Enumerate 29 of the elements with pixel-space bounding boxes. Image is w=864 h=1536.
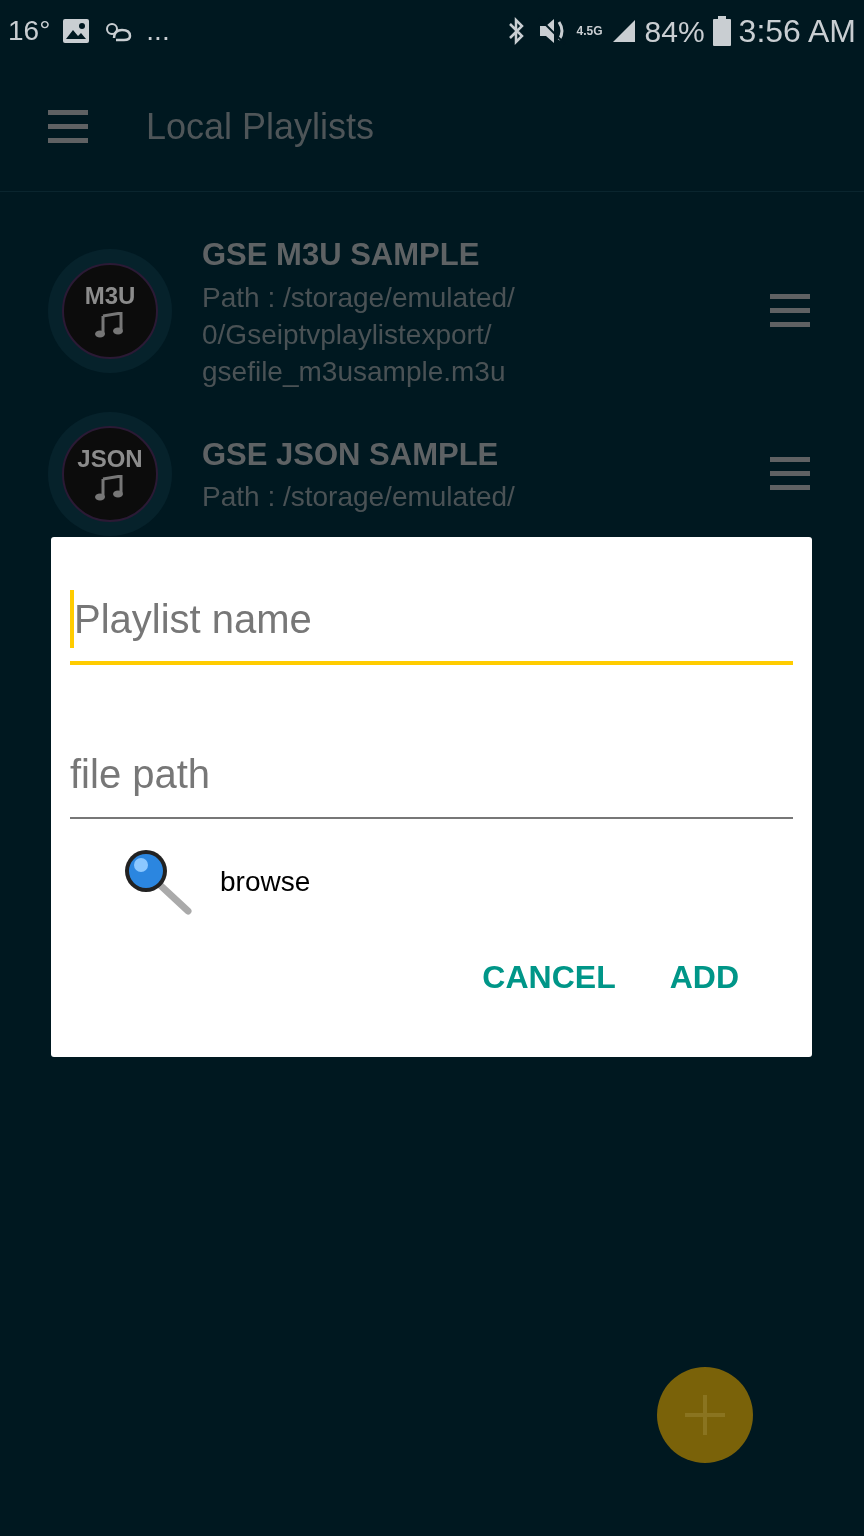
network-type: 4.5G [576, 25, 603, 37]
menu-icon[interactable] [48, 109, 88, 144]
more-notifications: ... [146, 14, 170, 48]
battery-percent: 84% [644, 13, 705, 50]
field-input[interactable]: Playlist name [74, 589, 793, 649]
playlist-menu-icon[interactable] [770, 456, 810, 491]
magnifier-icon[interactable] [122, 847, 194, 917]
playlist-path: Path : /storage/emulated/ [202, 280, 516, 315]
playlist-path: gsefile_m3usample.m3u [202, 354, 507, 389]
dialog-button[interactable]: CANCEL [470, 945, 628, 1009]
text-field[interactable]: file path [70, 731, 793, 819]
field-input[interactable]: file path [70, 744, 793, 804]
toolbar-title: Local Playlists [146, 104, 375, 149]
playlist-badge: M3U [48, 248, 172, 373]
dialog-button[interactable]: ADD [657, 945, 751, 1009]
temperature: 16° [8, 14, 51, 48]
clock: 3:56 AM [738, 12, 856, 51]
browse-link[interactable]: browse [220, 861, 311, 903]
playlist-path: 0/Gseiptvplaylistexport/ [202, 317, 493, 352]
playlist-name: GSE M3U SAMPLE [202, 236, 481, 274]
playlist-name: GSE JSON SAMPLE [202, 435, 500, 474]
playlist-badge: JSON [48, 411, 172, 536]
playlist-menu-icon[interactable] [770, 293, 810, 328]
music-note-icon [95, 311, 125, 338]
battery-icon [712, 16, 731, 46]
image-icon [62, 18, 91, 44]
text-cursor [70, 590, 74, 648]
music-note-icon [95, 474, 125, 501]
playlist-path: Path : /storage/emulated/ [202, 480, 516, 515]
